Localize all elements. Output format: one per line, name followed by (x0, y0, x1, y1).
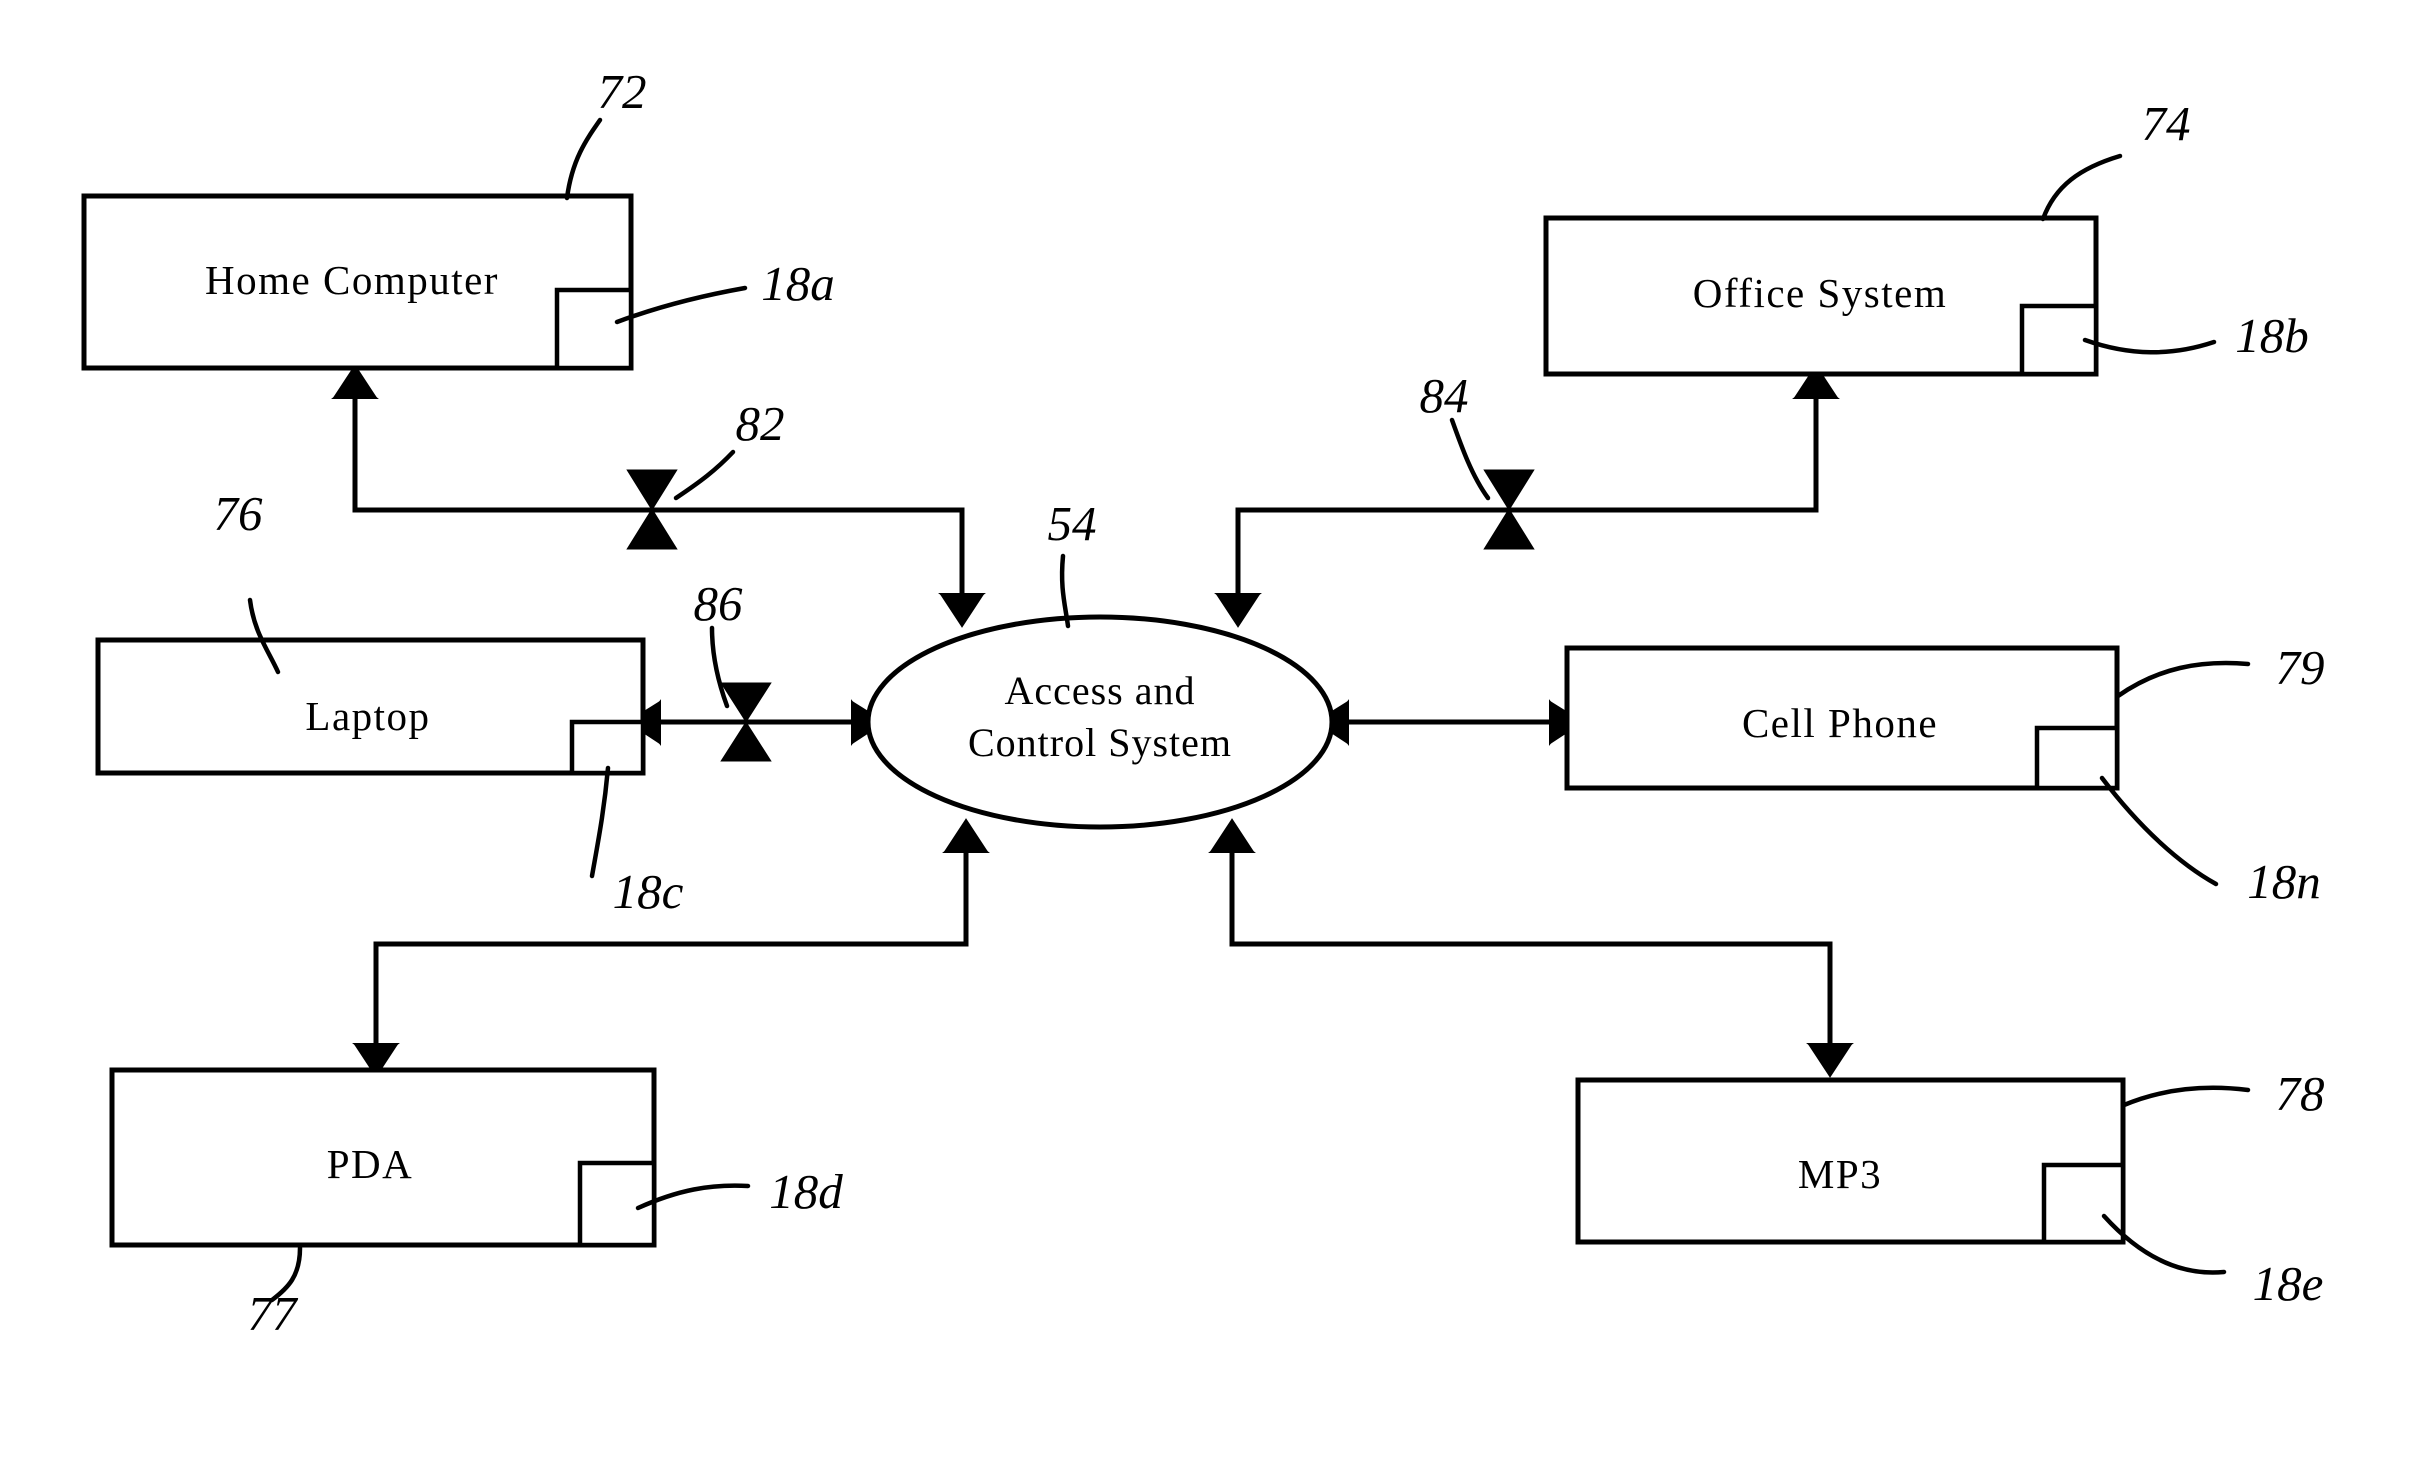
leader-18b (2082, 337, 2217, 355)
arrowhead-into-hub-top-left (938, 593, 986, 628)
leader-18a (614, 285, 748, 325)
ref-18d: 18d (769, 1164, 843, 1219)
office-system-label: Office System (1693, 270, 1947, 316)
ref-79: 79 (2276, 640, 2325, 695)
ref-78: 78 (2276, 1066, 2325, 1121)
ref-77: 77 (248, 1286, 300, 1341)
node-office-system[interactable]: Office System (1543, 215, 2099, 377)
arrowhead-into-home-computer (331, 364, 379, 399)
ref-54: 54 (1048, 496, 1097, 551)
arrowhead-into-hub-top-right (1214, 593, 1262, 628)
diagram-canvas: Home Computer Office System Laptop Cell … (81, 64, 2325, 1341)
arrowhead-into-mp3 (1806, 1043, 1854, 1078)
ref-72: 72 (598, 64, 647, 119)
ref-18b: 18b (2235, 308, 2309, 363)
patent-figure: Home Computer Office System Laptop Cell … (0, 0, 2420, 1476)
hub-label-line2: Control System (968, 720, 1232, 765)
ref-86: 86 (694, 576, 744, 631)
node-access-control-system[interactable]: Access and Control System (865, 614, 1335, 830)
node-pda[interactable]: PDA (109, 1067, 657, 1248)
leader-72 (564, 117, 603, 201)
ref-18e: 18e (2253, 1256, 2324, 1311)
ref-18n: 18n (2247, 854, 2321, 909)
laptop-label: Laptop (305, 693, 430, 739)
leader-86 (709, 625, 730, 709)
leader-18c (589, 765, 611, 879)
leader-18n (2099, 775, 2219, 887)
node-home-computer[interactable]: Home Computer (81, 193, 634, 371)
pda-label: PDA (327, 1141, 414, 1187)
home-computer-label: Home Computer (205, 257, 499, 303)
mp3-port (2041, 1162, 2126, 1245)
leader-74 (2040, 153, 2123, 222)
ref-74: 74 (2142, 96, 2191, 151)
node-laptop[interactable]: Laptop (95, 637, 646, 776)
arrowhead-into-hub-bottom-right (1208, 818, 1256, 853)
arrowhead-into-hub-bottom-left (942, 818, 990, 853)
hub-label-line1: Access and (1004, 668, 1195, 713)
cell-phone-label: Cell Phone (1742, 700, 1938, 746)
laptop-port (569, 719, 646, 776)
connector-office-system-to-hub (1235, 378, 1819, 612)
mp3-label: MP3 (1798, 1151, 1882, 1197)
node-cell-phone[interactable]: Cell Phone (1564, 645, 2120, 791)
connector-hub-to-mp3 (1229, 838, 1833, 1062)
home-computer-port (554, 287, 634, 371)
leader-78 (2121, 1085, 2251, 1108)
ref-18a: 18a (761, 256, 835, 311)
leader-79 (2115, 660, 2251, 699)
ref-82: 82 (736, 396, 785, 451)
ref-76: 76 (214, 486, 264, 541)
ref-18c: 18c (613, 864, 684, 919)
ref-84: 84 (1420, 368, 1469, 423)
node-mp3[interactable]: MP3 (1575, 1077, 2126, 1245)
leader-54 (1059, 553, 1071, 629)
leader-82 (673, 449, 736, 501)
leader-84 (1449, 417, 1491, 501)
